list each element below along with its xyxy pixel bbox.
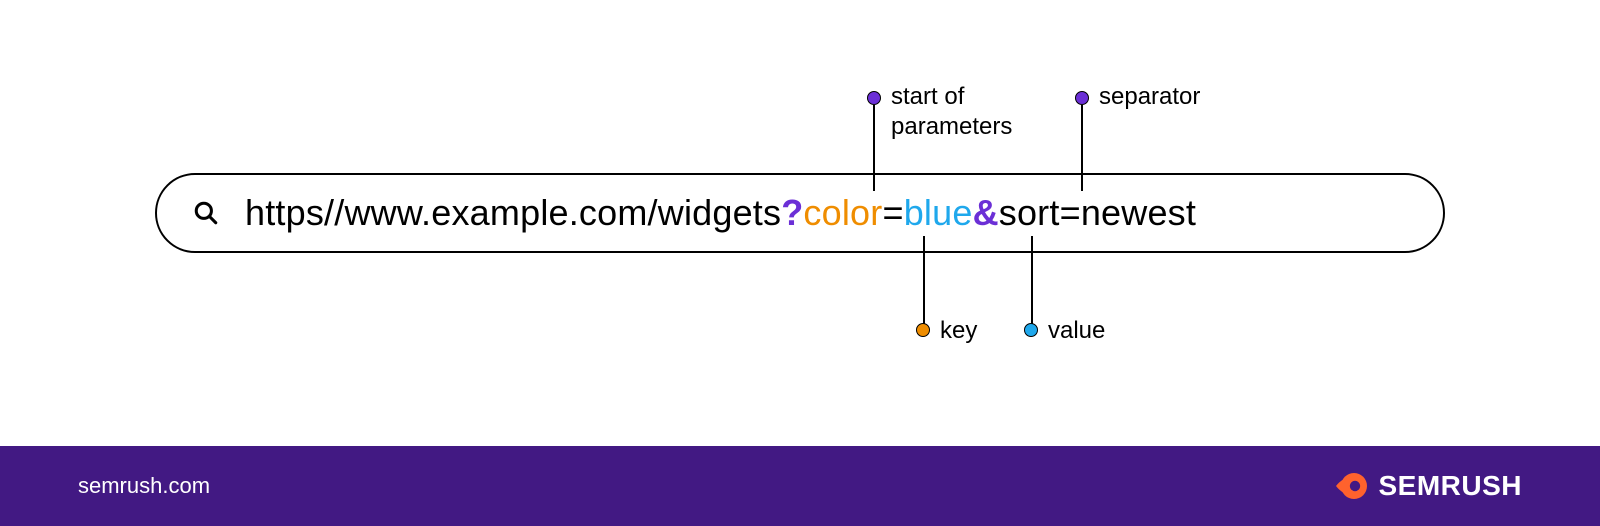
url-param2-key: sort	[999, 192, 1060, 233]
flame-icon	[1332, 468, 1368, 504]
url-param1-key: color	[803, 192, 882, 233]
url-equals1: =	[882, 192, 903, 233]
url-text: https//www.example.com/widgets?color=blu…	[245, 192, 1196, 234]
line-key	[923, 236, 925, 326]
line-value	[1031, 236, 1033, 326]
annotation-separator: separator	[1099, 82, 1200, 112]
url-start-delim: ?	[781, 192, 803, 233]
search-icon	[193, 200, 219, 226]
annotation-key: key	[940, 316, 977, 346]
url-diagram: start of parameters separator https//www…	[0, 0, 1600, 446]
url-bar: https//www.example.com/widgets?color=blu…	[155, 173, 1445, 253]
annotation-start-of-parameters: start of parameters	[891, 82, 1012, 142]
brand-logo: SEMRUSH	[1332, 468, 1522, 504]
brand-name: SEMRUSH	[1378, 470, 1522, 502]
url-param1-value: blue	[904, 192, 973, 233]
footer-site-url: semrush.com	[78, 473, 210, 499]
annotation-value: value	[1048, 316, 1105, 346]
url-equals2: =	[1060, 192, 1081, 233]
dot-start-params	[867, 91, 881, 105]
footer: semrush.com SEMRUSH	[0, 446, 1600, 526]
dot-value	[1024, 323, 1038, 337]
dot-key	[916, 323, 930, 337]
url-base: https//www.example.com/widgets	[245, 192, 781, 233]
dot-separator	[1075, 91, 1089, 105]
url-param2-value: newest	[1081, 192, 1196, 233]
url-separator: &	[973, 192, 999, 233]
